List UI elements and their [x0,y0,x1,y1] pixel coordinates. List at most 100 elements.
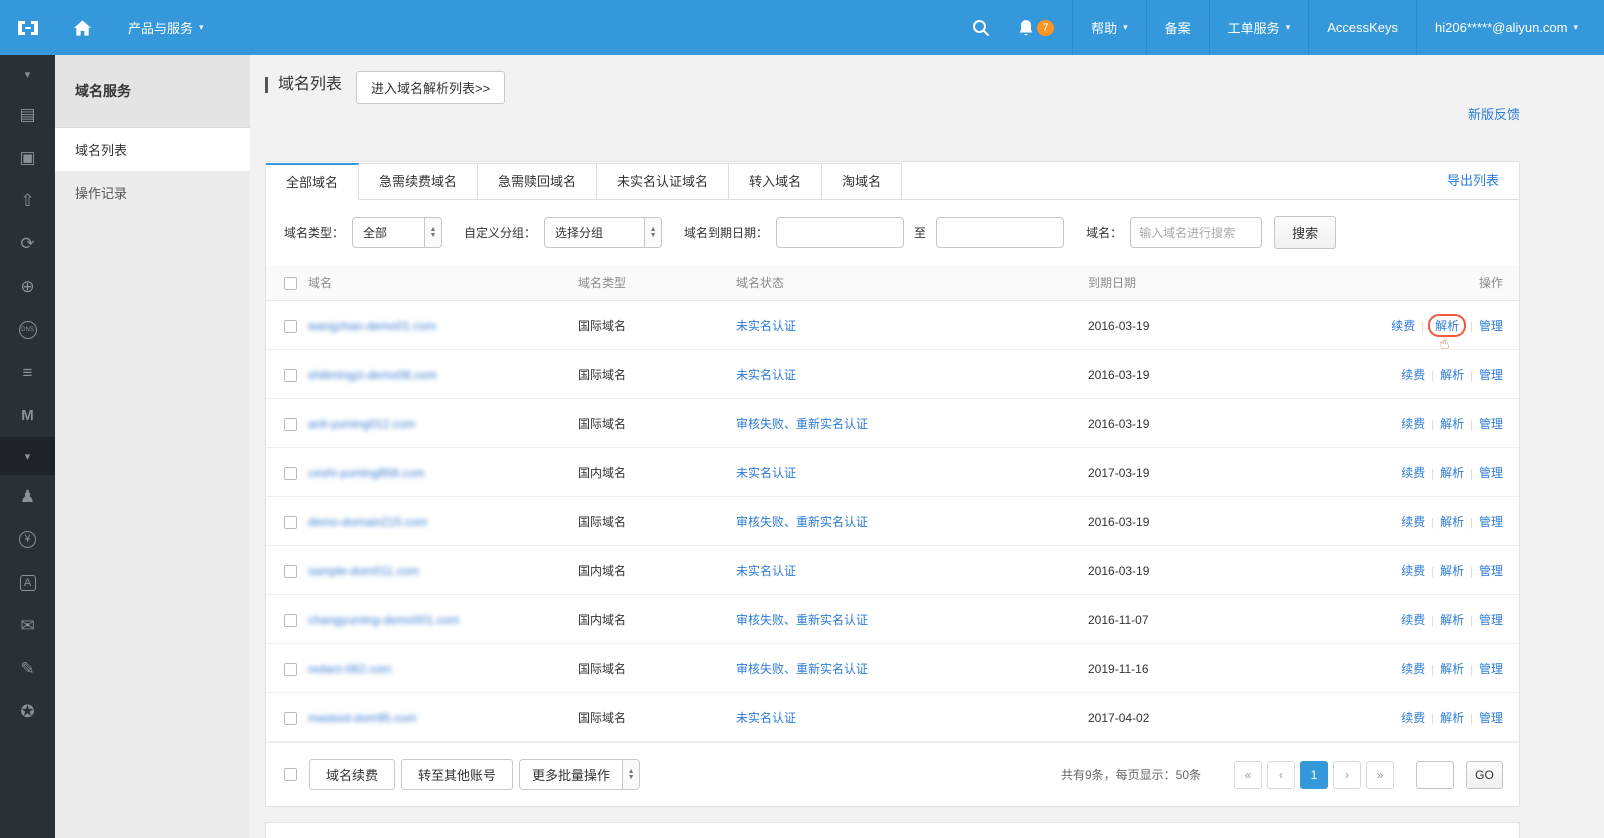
manage-link[interactable]: 管理 [1479,711,1503,725]
sidebar-globe-icon[interactable]: ⊕ [0,265,55,308]
help-menu[interactable]: 帮助 ▾ [1072,0,1146,55]
domain-link[interactable]: shilimingzi-demo08.com [308,368,437,382]
manage-link[interactable]: 管理 [1479,515,1503,529]
sidebar-translate-icon[interactable]: A [0,561,55,604]
domain-link[interactable]: demo-domain215.com [308,515,427,529]
resolve-link[interactable]: 解析 [1440,613,1464,627]
sidebar-mail-icon[interactable]: ✉ [0,604,55,647]
sidebar-image-icon[interactable]: ▣ [0,136,55,179]
row-checkbox[interactable] [284,712,297,725]
row-checkbox[interactable] [284,418,297,431]
resolve-link[interactable]: 解析 [1440,711,1464,725]
manage-link[interactable]: 管理 [1479,368,1503,382]
domain-link[interactable]: sample-dom011.com [308,564,419,578]
resolve-link[interactable]: 解析 [1440,515,1464,529]
page-jump-input[interactable] [1416,761,1454,789]
account-menu[interactable]: hi206*****@aliyun.com ▾ [1416,0,1604,55]
resolve-link[interactable]: 解析 [1435,319,1459,333]
notifications-button[interactable]: 7 [1004,0,1072,55]
resolve-link[interactable]: 解析 [1440,368,1464,382]
tab-unverified[interactable]: 未实名认证域名 [597,163,729,200]
status-link[interactable]: 未实名认证 [736,368,796,382]
tab-tao-domains[interactable]: 淘域名 [822,163,902,200]
domain-search-input[interactable] [1130,217,1262,248]
status-link[interactable]: 未实名认证 [736,466,796,480]
renew-link[interactable]: 续费 [1401,466,1425,480]
status-link[interactable]: 审核失败、重新实名认证 [736,515,868,529]
sidebar-list-icon[interactable]: ≡ [0,351,55,394]
domain-link[interactable]: anli-yuming012.com [308,417,415,431]
resolve-link[interactable]: 解析 [1440,564,1464,578]
batch-select-checkbox[interactable] [284,768,297,781]
sidebar-item-domain-list[interactable]: 域名列表 [55,128,250,171]
row-checkbox[interactable] [284,320,297,333]
row-checkbox[interactable] [284,467,297,480]
resolve-link[interactable]: 解析 [1440,662,1464,676]
accesskeys-link[interactable]: AccessKeys [1308,0,1416,55]
sidebar-mq-icon[interactable]: M [0,394,55,437]
sidebar-edit-icon[interactable]: ✎ [0,647,55,690]
row-checkbox[interactable] [284,614,297,627]
select-all-checkbox[interactable] [284,277,297,290]
sidebar-billing-icon[interactable]: ¥ [0,518,55,561]
resolve-link[interactable]: 解析 [1440,466,1464,480]
status-link[interactable]: 未实名认证 [736,319,796,333]
expiry-date-to-input[interactable] [936,217,1064,248]
pagination-prev-button[interactable]: ‹ [1267,761,1295,789]
pagination-last-button[interactable]: » [1366,761,1394,789]
manage-link[interactable]: 管理 [1479,613,1503,627]
group-select[interactable]: 选择分组 ▲▼ [544,217,662,248]
renew-link[interactable]: 续费 [1401,417,1425,431]
domain-link[interactable]: changyuming-demo001.com [308,613,459,627]
sidebar-chevron-down-icon[interactable]: ▾ [0,55,55,93]
ticket-menu[interactable]: 工单服务 ▾ [1209,0,1309,55]
sidebar-storage-icon[interactable]: ▤ [0,93,55,136]
go-button[interactable]: GO [1466,761,1503,789]
tab-redeem-urgent[interactable]: 急需赎回域名 [478,163,597,200]
manage-link[interactable]: 管理 [1479,564,1503,578]
expiry-date-from-input[interactable] [776,217,904,248]
row-checkbox[interactable] [284,663,297,676]
domain-link[interactable]: redact-082.com [308,662,391,676]
sidebar-security-icon[interactable]: ✪ [0,690,55,733]
status-link[interactable]: 未实名认证 [736,711,796,725]
domain-link[interactable]: wangzhan-demo01.com [308,319,436,333]
manage-link[interactable]: 管理 [1479,319,1503,333]
tab-transfer-in[interactable]: 转入域名 [729,163,822,200]
sidebar-user-icon[interactable]: ♟ [0,475,55,518]
status-link[interactable]: 未实名认证 [736,564,796,578]
sidebar-dns-icon[interactable]: DNS [0,308,55,351]
resolution-list-button[interactable]: 进入域名解析列表>> [356,71,505,104]
beian-link[interactable]: 备案 [1146,0,1209,55]
renew-link[interactable]: 续费 [1401,711,1425,725]
feedback-link[interactable]: 新版反馈 [1468,104,1520,123]
resolve-link[interactable]: 解析 [1440,417,1464,431]
row-checkbox[interactable] [284,516,297,529]
tab-all-domains[interactable]: 全部域名 [266,163,359,200]
sidebar-chevron-down-active-icon[interactable]: ▾ [0,437,55,475]
pagination-next-button[interactable]: › [1333,761,1361,789]
status-link[interactable]: 审核失败、重新实名认证 [736,417,868,431]
export-list-link[interactable]: 导出列表 [1447,162,1499,199]
domain-link[interactable]: masked-dom95.com [308,711,417,725]
manage-link[interactable]: 管理 [1479,662,1503,676]
home-button[interactable] [55,0,110,55]
tab-renew-urgent[interactable]: 急需续费域名 [359,163,478,200]
pagination-page-1[interactable]: 1 [1300,761,1328,789]
renew-link[interactable]: 续费 [1401,613,1425,627]
row-checkbox[interactable] [284,565,297,578]
renew-link[interactable]: 续费 [1401,564,1425,578]
batch-renew-button[interactable]: 域名续费 [309,759,395,790]
sidebar-sync-icon[interactable]: ⟳ [0,222,55,265]
search-button[interactable] [958,0,1004,55]
row-checkbox[interactable] [284,369,297,382]
renew-link[interactable]: 续费 [1401,515,1425,529]
sidebar-upload-icon[interactable]: ⇧ [0,179,55,222]
renew-link[interactable]: 续费 [1401,368,1425,382]
search-button[interactable]: 搜索 [1274,216,1336,249]
batch-more-select[interactable]: 更多批量操作 ▲▼ [519,759,640,790]
products-menu[interactable]: 产品与服务 ▾ [110,0,222,55]
pagination-first-button[interactable]: « [1234,761,1262,789]
manage-link[interactable]: 管理 [1479,466,1503,480]
aliyun-logo[interactable] [0,0,55,55]
